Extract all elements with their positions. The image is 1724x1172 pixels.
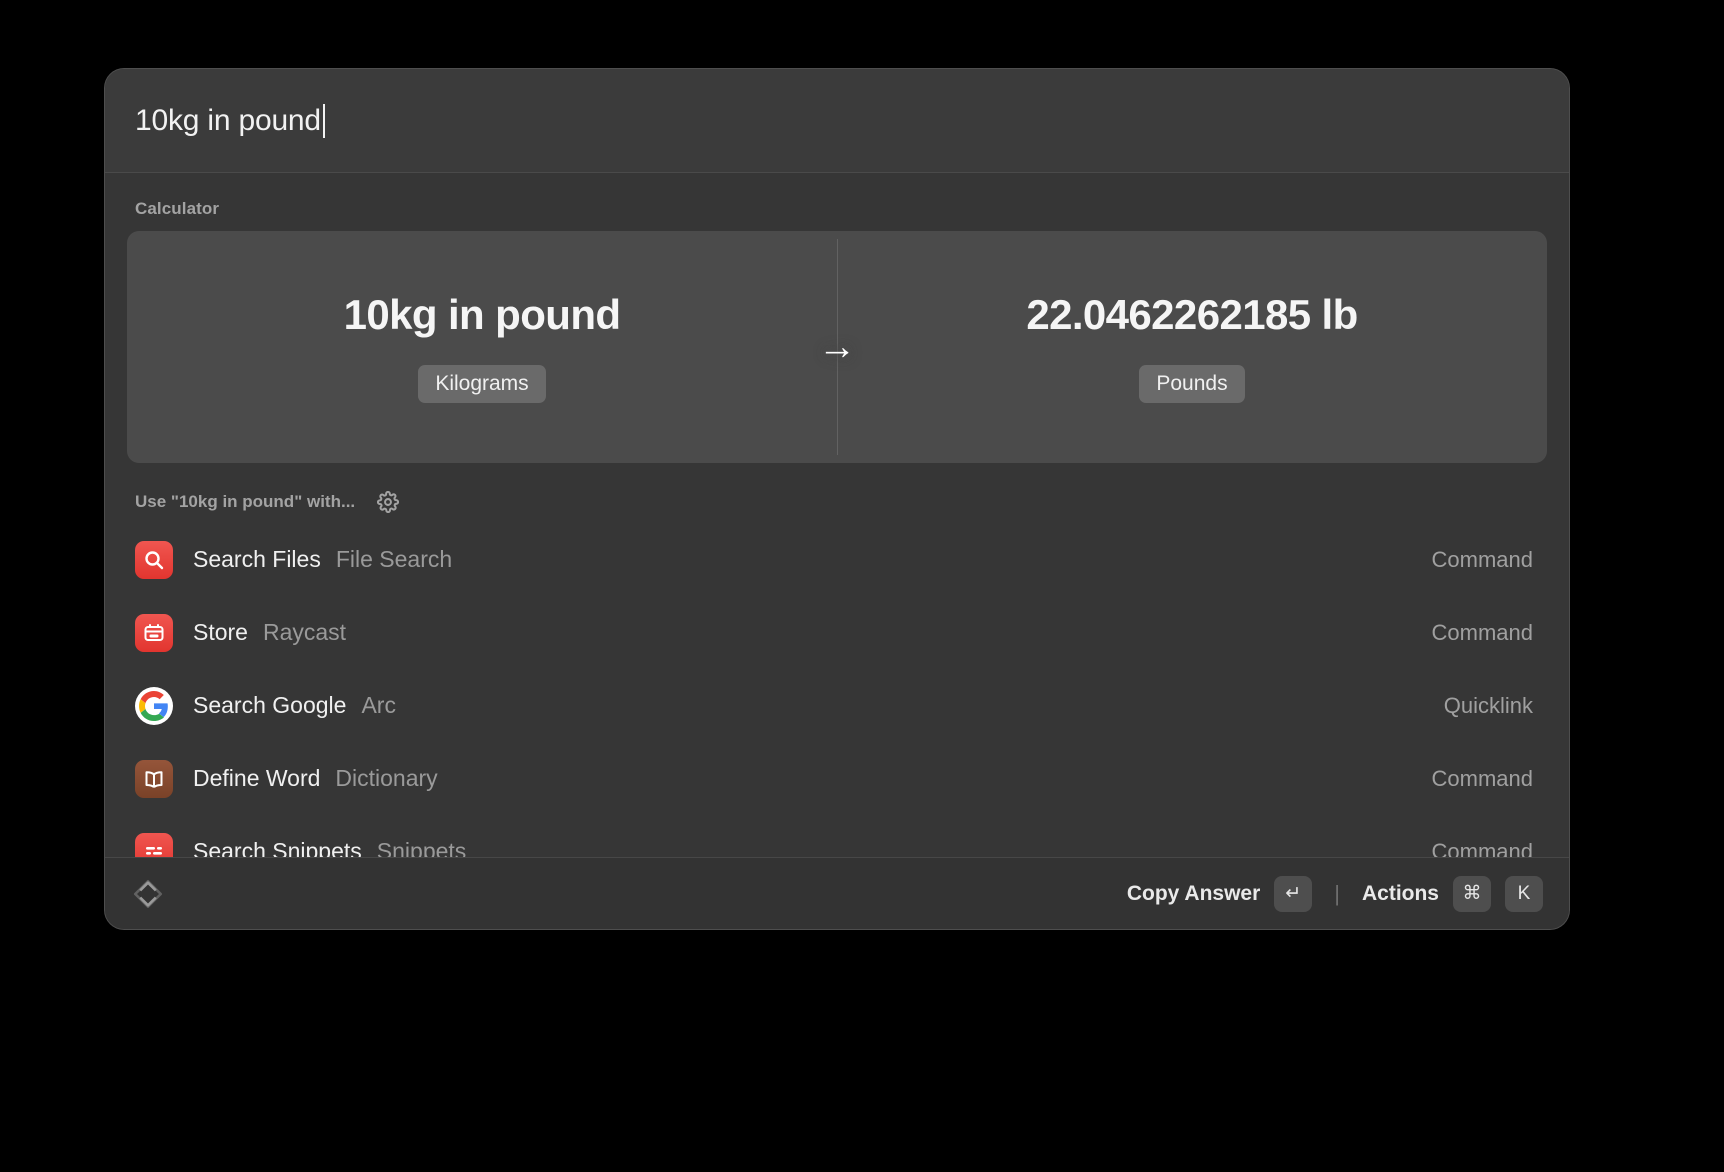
gear-icon[interactable]	[377, 491, 399, 513]
list-item-title: Store	[193, 619, 248, 646]
enter-key-badge[interactable]: ↵	[1274, 876, 1312, 912]
list-item-subtitle: Arc	[361, 692, 396, 719]
list-item-accessory: Command	[1432, 547, 1539, 573]
list-item-title: Search Google	[193, 692, 346, 719]
raycast-window: 10kg in pound Calculator 10kg in pound K…	[104, 68, 1570, 930]
list-item[interactable]: Search Files File Search Command	[127, 523, 1547, 596]
list-item[interactable]: Search Google Arc Quicklink	[127, 669, 1547, 742]
list-item-title: Search Files	[193, 546, 321, 573]
actions-label: Actions	[1362, 882, 1439, 906]
list-item-accessory: Command	[1432, 766, 1539, 792]
list-item-subtitle: Snippets	[377, 838, 467, 857]
list-item-accessory: Quicklink	[1444, 693, 1539, 719]
result-list: Search Files File Search Command	[105, 523, 1569, 857]
store-icon	[135, 614, 173, 652]
calculator-input-value: 10kg in pound	[344, 291, 621, 339]
list-item[interactable]: Define Word Dictionary Command	[127, 742, 1547, 815]
calculator-output-value: 22.0462262185 lb	[1026, 291, 1357, 339]
search-input[interactable]: 10kg in pound	[135, 104, 325, 138]
use-with-header: Use "10kg in pound" with...	[105, 463, 1569, 523]
copy-answer-action[interactable]: Copy Answer ↵	[1127, 876, 1312, 912]
calculator-input-unit-badge: Kilograms	[418, 365, 545, 403]
list-item-title: Search Snippets	[193, 838, 362, 857]
list-item-title: Define Word	[193, 765, 320, 792]
calculator-input-side: 10kg in pound Kilograms	[127, 231, 837, 463]
raycast-logo-icon[interactable]	[131, 877, 165, 911]
book-icon	[135, 760, 173, 798]
conversion-arrow-icon: →	[809, 328, 865, 366]
k-key-badge[interactable]: K	[1505, 876, 1543, 912]
list-item-accessory: Command	[1432, 839, 1539, 858]
calculator-output-unit-badge: Pounds	[1139, 365, 1244, 403]
list-item-subtitle: Dictionary	[335, 765, 437, 792]
section-title-calculator: Calculator	[105, 173, 1569, 231]
command-key-badge[interactable]: ⌘	[1453, 876, 1491, 912]
magnifier-icon	[135, 541, 173, 579]
calculator-output-side: 22.0462262185 lb Pounds	[837, 231, 1547, 463]
actions-action[interactable]: Actions ⌘ K	[1362, 876, 1543, 912]
search-input-value: 10kg in pound	[135, 104, 321, 138]
screen: 10kg in pound Calculator 10kg in pound K…	[0, 0, 1724, 1172]
list-item[interactable]: Store Raycast Command	[127, 596, 1547, 669]
snippets-icon	[135, 833, 173, 858]
list-item[interactable]: Search Snippets Snippets Command	[127, 815, 1547, 857]
copy-answer-label: Copy Answer	[1127, 882, 1260, 906]
list-item-subtitle: Raycast	[263, 619, 346, 646]
footer-divider: |	[1334, 881, 1340, 907]
list-item-subtitle: File Search	[336, 546, 452, 573]
search-bar[interactable]: 10kg in pound	[105, 69, 1569, 173]
footer-bar: Copy Answer ↵ | Actions ⌘ K	[105, 857, 1569, 929]
use-with-label: Use "10kg in pound" with...	[135, 492, 355, 512]
list-item-accessory: Command	[1432, 620, 1539, 646]
calculator-result-card[interactable]: 10kg in pound Kilograms → 22.0462262185 …	[127, 231, 1547, 463]
google-icon	[135, 687, 173, 725]
results-body: Calculator 10kg in pound Kilograms → 22.…	[105, 173, 1569, 857]
text-caret	[323, 104, 325, 138]
